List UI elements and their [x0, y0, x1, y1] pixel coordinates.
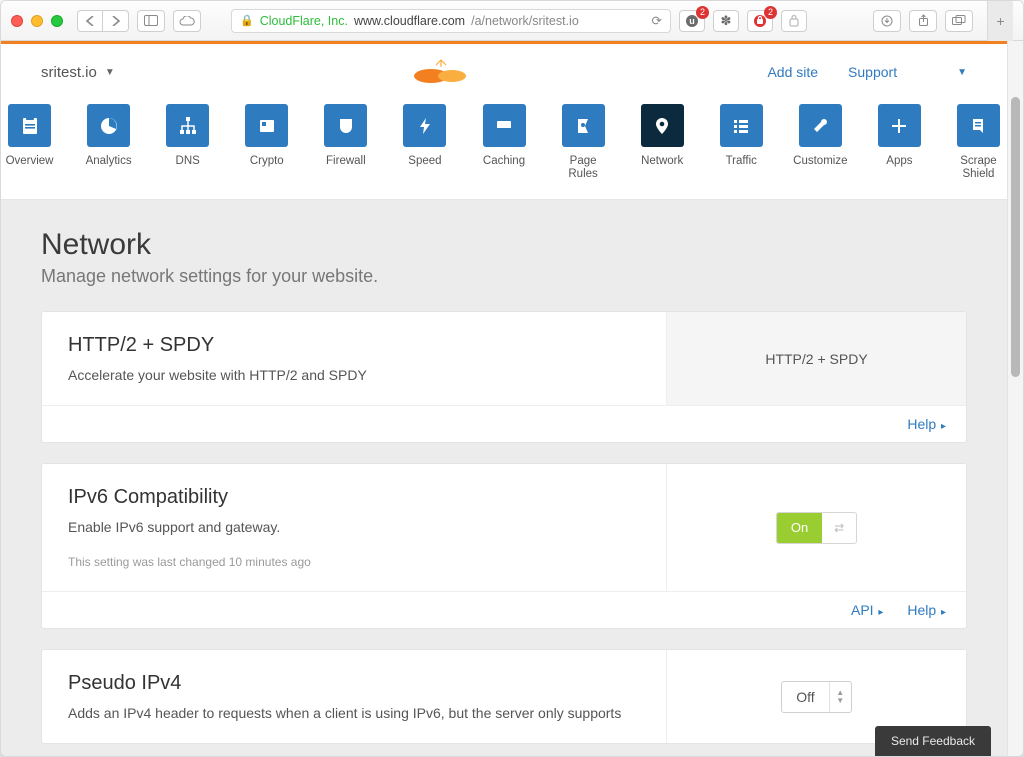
help-link[interactable]: Help ▸ — [907, 416, 946, 432]
show-all-tabs-button[interactable] — [945, 10, 973, 32]
add-site-link[interactable]: Add site — [767, 64, 818, 80]
api-link[interactable]: API ▸ — [851, 602, 883, 618]
cert-issuer: CloudFlare, Inc. — [260, 14, 348, 28]
card-ipv6: IPv6 Compatibility Enable IPv6 support a… — [41, 463, 967, 629]
sidebar-button[interactable] — [137, 10, 165, 32]
extension-lastpass[interactable]: 2 — [747, 10, 773, 32]
card-desc: Accelerate your website with HTTP/2 and … — [68, 367, 640, 383]
nav-firewall[interactable]: Firewall — [317, 104, 374, 181]
back-button[interactable] — [77, 10, 103, 32]
scrollbar-thumb[interactable] — [1011, 97, 1020, 377]
reload-button[interactable]: ⟳ — [652, 13, 662, 28]
extension-asterisk[interactable]: ✽ — [713, 10, 739, 32]
extension-badge: 2 — [696, 6, 709, 19]
nav-dns[interactable]: DNS — [159, 104, 216, 181]
toggle-on-label: On — [777, 513, 822, 543]
url-host: www.cloudflare.com — [354, 14, 465, 28]
extension-umatrix[interactable]: u 2 — [679, 10, 705, 32]
url-path: /a/network/sritest.io — [471, 14, 579, 28]
address-bar[interactable]: 🔒 CloudFlare, Inc. www.cloudflare.com/a/… — [231, 9, 671, 33]
select-arrows-icon: ▲▼ — [829, 682, 851, 712]
nav-crypto[interactable]: Crypto — [238, 104, 295, 181]
page: sritest.io ▼ Add site Support ▼ — [1, 41, 1007, 756]
nav-page-rules[interactable]: Page Rules — [555, 104, 612, 181]
nav-analytics[interactable]: Analytics — [80, 104, 137, 181]
select-value: Off — [782, 682, 828, 712]
viewport: sritest.io ▼ Add site Support ▼ — [1, 41, 1023, 756]
close-window-button[interactable] — [11, 15, 23, 27]
account-menu[interactable]: ▼ — [957, 67, 967, 78]
svg-text:u: u — [689, 16, 695, 26]
cloudflare-logo — [412, 58, 470, 87]
card-title: IPv6 Compatibility — [68, 486, 640, 509]
vertical-scrollbar[interactable] — [1007, 41, 1023, 756]
icloud-tabs-button[interactable] — [173, 10, 201, 32]
caret-right-icon: ▸ — [938, 421, 946, 432]
extension-badge: 2 — [764, 6, 777, 19]
card-desc: Adds an IPv4 header to requests when a c… — [68, 705, 640, 721]
card-meta: This setting was last changed 10 minutes… — [68, 555, 640, 569]
nav-customize[interactable]: Customize — [792, 104, 849, 181]
card-control: On ⇄ — [666, 464, 966, 591]
toggle-knob: ⇄ — [822, 513, 856, 543]
nav-scrape-shield[interactable]: Scrape Shield — [950, 104, 1007, 181]
pseudo-ipv4-select[interactable]: Off ▲▼ — [781, 681, 851, 713]
forward-button[interactable] — [103, 10, 129, 32]
nav-traffic[interactable]: Traffic — [713, 104, 770, 181]
site-name: sritest.io — [41, 64, 97, 81]
site-header: sritest.io ▼ Add site Support ▼ — [1, 44, 1007, 100]
page-title: Network — [41, 228, 967, 262]
caret-right-icon: ▸ — [876, 607, 884, 618]
traffic-lights — [11, 15, 63, 27]
share-button[interactable] — [909, 10, 937, 32]
help-link[interactable]: Help ▸ — [907, 602, 946, 618]
titlebar: 🔒 CloudFlare, Inc. www.cloudflare.com/a/… — [1, 1, 1023, 41]
card-pseudo-ipv4: Pseudo IPv4 Adds an IPv4 header to reque… — [41, 649, 967, 744]
card-http2: HTTP/2 + SPDY Accelerate your website wi… — [41, 311, 967, 443]
card-title: Pseudo IPv4 — [68, 672, 640, 695]
site-picker[interactable]: sritest.io ▼ — [41, 64, 115, 81]
browser-window: 🔒 CloudFlare, Inc. www.cloudflare.com/a/… — [0, 0, 1024, 757]
extension-1password[interactable] — [781, 10, 807, 32]
new-tab-button[interactable]: + — [987, 1, 1013, 41]
main-nav: Overview Analytics DNS Crypto Firewall S… — [1, 100, 1007, 200]
support-link[interactable]: Support — [848, 64, 897, 80]
back-forward-group — [77, 10, 129, 32]
lock-icon: 🔒 — [240, 14, 254, 27]
header-links: Add site Support ▼ — [767, 64, 967, 80]
nav-network[interactable]: Network — [634, 104, 691, 181]
card-title: HTTP/2 + SPDY — [68, 334, 640, 357]
send-feedback-button[interactable]: Send Feedback — [875, 726, 991, 756]
content: Network Manage network settings for your… — [1, 200, 1007, 744]
caret-right-icon: ▸ — [938, 607, 946, 618]
page-subtitle: Manage network settings for your website… — [41, 266, 967, 287]
card-desc: Enable IPv6 support and gateway. — [68, 519, 640, 535]
nav-apps[interactable]: Apps — [871, 104, 928, 181]
minimize-window-button[interactable] — [31, 15, 43, 27]
ipv6-toggle[interactable]: On ⇄ — [776, 512, 857, 544]
nav-caching[interactable]: Caching — [475, 104, 532, 181]
caret-down-icon: ▼ — [105, 67, 115, 78]
zoom-window-button[interactable] — [51, 15, 63, 27]
nav-speed[interactable]: Speed — [396, 104, 453, 181]
card-status: HTTP/2 + SPDY — [666, 312, 966, 405]
downloads-button[interactable] — [873, 10, 901, 32]
http2-status-text: HTTP/2 + SPDY — [765, 351, 867, 367]
nav-overview[interactable]: Overview — [1, 104, 58, 181]
